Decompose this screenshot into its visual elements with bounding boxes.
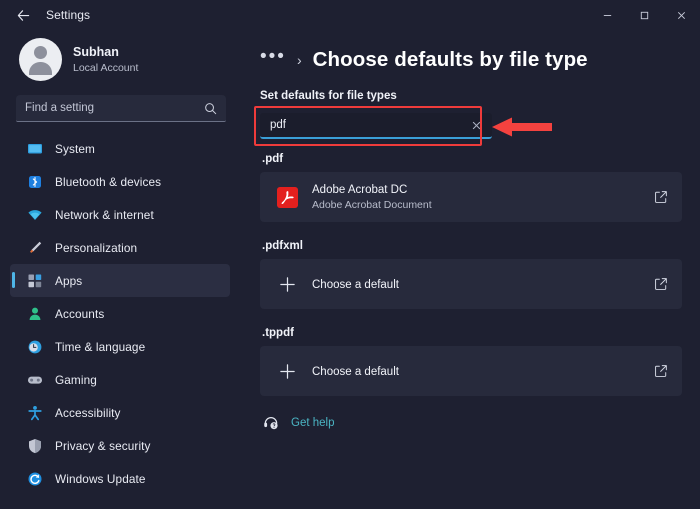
back-arrow-icon[interactable]	[0, 0, 46, 30]
title-bar: Settings	[0, 0, 700, 30]
profile-name: Subhan	[73, 45, 138, 60]
close-icon[interactable]	[468, 120, 484, 131]
minimize-button[interactable]	[589, 0, 626, 30]
file-extension-label: .pdfxml	[262, 240, 682, 252]
profile-block[interactable]: Subhan Local Account	[10, 30, 230, 93]
open-external-icon[interactable]	[654, 277, 668, 291]
sidebar-item-label: Accessibility	[55, 406, 121, 420]
maximize-button[interactable]	[626, 0, 663, 30]
window-body: Subhan Local Account Find a setting Syst…	[0, 30, 700, 509]
file-extension-label: .pdf	[262, 153, 682, 165]
sidebar-item-privacy-security[interactable]: Privacy & security	[10, 429, 230, 462]
sidebar-item-personalization[interactable]: Personalization	[10, 231, 230, 264]
main-content: ••• › Choose defaults by file type Set d…	[240, 30, 700, 509]
open-external-icon[interactable]	[654, 190, 668, 204]
sidebar-item-label: Bluetooth & devices	[55, 175, 161, 189]
sidebar-nav: System Bluetooth & devices Network & int…	[10, 132, 230, 495]
help-icon	[262, 414, 280, 432]
sidebar-item-gaming[interactable]: Gaming	[10, 363, 230, 396]
settings-window: Settings Subhan Local Account	[0, 0, 700, 509]
get-help-link[interactable]: Get help	[260, 414, 682, 432]
file-type-filter-value: pdf	[270, 119, 468, 131]
breadcrumb: ••• › Choose defaults by file type	[260, 48, 682, 72]
sidebar-item-apps[interactable]: Apps	[10, 264, 230, 297]
sidebar-item-label: Apps	[55, 274, 82, 288]
chevron-right-icon: ›	[297, 52, 302, 68]
sidebar-item-label: Accounts	[55, 307, 104, 321]
choose-default-texts: Choose a default	[312, 362, 654, 380]
profile-account-type: Local Account	[73, 61, 138, 75]
choose-default-label: Choose a default	[312, 366, 399, 378]
sidebar-item-label: Personalization	[55, 241, 137, 255]
open-external-icon[interactable]	[654, 364, 668, 378]
default-app-description: Adobe Acrobat Document	[312, 198, 654, 212]
sidebar-item-bluetooth-devices[interactable]: Bluetooth & devices	[10, 165, 230, 198]
annotation-arrow-icon	[492, 116, 554, 138]
default-app-name: Adobe Acrobat DC	[312, 183, 654, 198]
system-icon	[26, 140, 43, 157]
choose-default-label: Choose a default	[312, 279, 399, 291]
sidebar-item-label: Gaming	[55, 373, 97, 387]
default-app-texts: Adobe Acrobat DC Adobe Acrobat Document	[312, 183, 654, 212]
sidebar-item-windows-update[interactable]: Windows Update	[10, 462, 230, 495]
sidebar-item-time-language[interactable]: Time & language	[10, 330, 230, 363]
page-title: Choose defaults by file type	[313, 48, 588, 72]
get-help-label: Get help	[291, 417, 334, 429]
section-label: Set defaults for file types	[260, 90, 682, 102]
plus-icon	[276, 360, 298, 382]
sidebar: Subhan Local Account Find a setting Syst…	[0, 30, 240, 509]
file-type-filter-input[interactable]: pdf	[260, 113, 492, 139]
accessibility-icon	[26, 404, 43, 421]
file-type-filter-wrap: pdf	[260, 113, 492, 139]
personalization-icon	[26, 239, 43, 256]
sidebar-item-label: System	[55, 142, 95, 156]
user-avatar-icon	[19, 38, 62, 81]
choose-default-row[interactable]: Choose a default	[260, 346, 682, 396]
privacy-security-icon	[26, 437, 43, 454]
sidebar-item-network-internet[interactable]: Network & internet	[10, 198, 230, 231]
sidebar-item-accounts[interactable]: Accounts	[10, 297, 230, 330]
adobe-acrobat-icon	[276, 186, 298, 208]
choose-default-texts: Choose a default	[312, 275, 654, 293]
bluetooth-icon	[26, 173, 43, 190]
gaming-icon	[26, 371, 43, 388]
accounts-icon	[26, 305, 43, 322]
sidebar-item-label: Network & internet	[55, 208, 154, 222]
network-icon	[26, 206, 43, 223]
sidebar-item-label: Privacy & security	[55, 439, 151, 453]
default-app-row[interactable]: Adobe Acrobat DC Adobe Acrobat Document	[260, 172, 682, 222]
plus-icon	[276, 273, 298, 295]
settings-search-placeholder: Find a setting	[25, 102, 204, 114]
settings-search-input[interactable]: Find a setting	[16, 95, 226, 122]
file-extension-label: .tppdf	[262, 327, 682, 339]
file-type-group: .pdf Adobe Acrobat DC Adobe Acrobat Docu…	[260, 153, 682, 222]
choose-default-row[interactable]: Choose a default	[260, 259, 682, 309]
sidebar-item-label: Windows Update	[55, 472, 146, 486]
search-icon	[204, 102, 217, 115]
sidebar-item-accessibility[interactable]: Accessibility	[10, 396, 230, 429]
breadcrumb-overflow-button[interactable]: •••	[260, 51, 286, 70]
sidebar-item-label: Time & language	[55, 340, 145, 354]
time-language-icon	[26, 338, 43, 355]
windows-update-icon	[26, 470, 43, 487]
apps-icon	[26, 272, 43, 289]
window-title: Settings	[46, 8, 90, 22]
file-type-group: .pdfxml Choose a default	[260, 240, 682, 309]
sidebar-item-system[interactable]: System	[10, 132, 230, 165]
file-type-group: .tppdf Choose a default	[260, 327, 682, 396]
close-button[interactable]	[663, 0, 700, 30]
